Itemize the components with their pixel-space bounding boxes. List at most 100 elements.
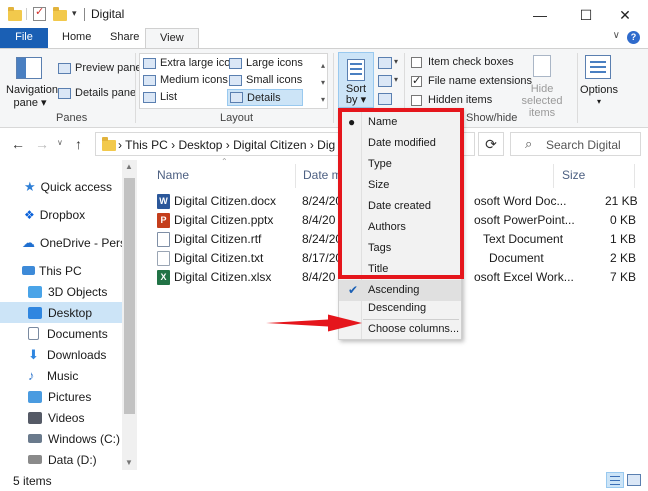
breadcrumb[interactable]: › This PC › Desktop › Digital Citizen › … [118,138,335,152]
nav-item-3d-objects[interactable]: 3D Objects [0,281,122,302]
file-name-extensions-checkbox[interactable] [411,74,422,87]
layout-list[interactable]: List [143,91,177,103]
panes-group-label: Panes [56,112,88,124]
folder-icon [102,137,116,151]
nav-item-dropbox[interactable]: ❖ Dropbox [0,204,122,225]
details-pane-label: Details pane [75,87,137,99]
add-columns-chevron-icon[interactable]: ▾ [394,75,398,84]
menu-item-tags[interactable]: Tags [339,238,461,259]
column-header-date-modified[interactable]: Date m [303,168,342,182]
nav-item-downloads[interactable]: ⬇ Downloads [0,344,122,365]
layout-small-icons[interactable]: Small icons [229,74,302,86]
layout-medium-icons[interactable]: Medium icons [143,74,228,86]
menu-item-authors[interactable]: Authors [339,217,461,238]
collapse-ribbon-icon[interactable]: ∨ [613,30,620,41]
refresh-button[interactable]: ⟳ [478,132,504,156]
nav-item-documents[interactable]: Documents [0,323,122,344]
tab-file[interactable]: File [0,28,48,48]
file-name: Digital Citizen.docx [174,194,277,208]
options-chevron-icon: ▾ [596,97,601,106]
file-type: osoft PowerPoint... [474,213,575,227]
large-icons-view-icon[interactable] [627,474,641,486]
group-by-icon[interactable] [378,57,392,69]
add-columns-icon[interactable] [378,75,392,87]
new-folder-icon[interactable] [53,7,69,21]
scroll-down-icon[interactable]: ▼ [125,458,133,467]
group-by-chevron-icon[interactable]: ▾ [394,57,398,66]
column-header-size[interactable]: Size [562,168,585,182]
title-bar: ✓ ▾ Digital — ☐ ✕ [0,0,648,30]
navigation-pane-button[interactable]: Navigation pane ▾ [6,84,58,110]
divider [26,8,27,20]
menu-label: Size [368,179,390,191]
details-pane-button[interactable]: Details pane [58,87,136,99]
red-arrow-icon [266,314,362,332]
back-arrow-icon[interactable]: ← [11,136,25,152]
forward-arrow-icon[interactable]: → [35,136,49,152]
hidden-items-checkbox[interactable] [411,94,422,106]
folder-icon [8,7,24,21]
sort-by-button[interactable]: Sort by ▾ [338,52,374,108]
nav-item-windows-c[interactable]: Windows (C:) [0,428,122,449]
nav-label: Downloads [47,347,107,362]
nav-item-music[interactable]: ♪ Music [0,365,122,386]
scroll-up-icon[interactable]: ▲ [125,162,133,171]
menu-item-date-created[interactable]: Date created [339,196,461,217]
column-header-name[interactable]: Name [157,168,189,182]
navigation-pane-icon [16,57,42,79]
search-input[interactable]: ⌕ Search Digital [510,132,641,156]
options-button[interactable]: Options ▾ [578,84,620,108]
menu-item-date-modified[interactable]: Date modified [339,133,461,154]
file-size: 1 KB [610,232,637,246]
tab-view[interactable]: View [145,28,199,49]
hide-selected-items-icon [533,55,551,77]
column-separator[interactable] [634,164,635,188]
nav-label: Dropbox [39,207,86,222]
column-separator[interactable] [553,164,554,188]
cube-icon [28,285,42,298]
properties-icon[interactable]: ✓ [33,6,46,21]
menu-label: Date modified [368,137,436,149]
size-all-columns-icon[interactable] [378,93,392,105]
close-button[interactable]: ✕ [602,0,648,30]
hide-selected-items-button[interactable]: Hide selected items [512,83,572,119]
item-check-boxes-label: Item check boxes [428,56,514,68]
layout-details[interactable]: Details [227,89,303,106]
details-view-icon[interactable] [606,472,624,488]
item-check-boxes-checkbox[interactable] [411,56,422,68]
nav-label: Documents [47,326,108,341]
quick-access-toolbar-chevron-icon[interactable]: ▾ [72,8,77,19]
nav-scrollbar-thumb[interactable] [124,178,135,414]
nav-item-this-pc[interactable]: This PC [0,260,122,281]
star-icon: ★ [24,178,36,194]
layout-large-icons[interactable]: Large icons [229,57,303,69]
layout-scroll-icon[interactable]: ▴ ▾ ▾ [321,57,325,108]
nav-item-data-d[interactable]: Data (D:) [0,449,122,470]
up-arrow-icon[interactable]: ↑ [75,136,82,152]
menu-label: Ascending [368,284,420,296]
nav-label: Windows (C:) [48,431,121,446]
minimize-button[interactable]: — [517,0,563,30]
menu-item-type[interactable]: Type [339,154,461,175]
nav-item-quick-access[interactable]: ★ Quick access [0,176,122,197]
menu-item-size[interactable]: Size [339,175,461,196]
menu-item-name[interactable]: ● Name [339,112,461,133]
layout-label: Details [247,91,281,104]
nav-item-desktop[interactable]: Desktop [0,302,122,323]
nav-item-videos[interactable]: Videos [0,407,122,428]
item-check-boxes-toggle[interactable]: Item check boxes [411,56,514,68]
music-icon: ♪ [28,368,35,383]
recent-locations-chevron-icon[interactable]: ∨ [57,138,63,147]
column-separator[interactable] [295,164,296,188]
preview-pane-button[interactable]: Preview pane [58,62,142,74]
nav-item-onedrive[interactable]: ☁ OneDrive - Person [0,232,122,253]
hidden-items-toggle[interactable]: Hidden items [411,94,492,106]
layout-extra-large-icons[interactable]: Extra large icons [143,57,242,69]
sort-by-icon [347,59,365,81]
menu-item-title[interactable]: Title [339,259,461,280]
help-icon[interactable]: ? [627,31,640,44]
file-name: Digital Citizen.xlsx [174,270,272,284]
nav-scrollbar[interactable]: ▲ ▼ [122,160,137,470]
nav-item-pictures[interactable]: Pictures [0,386,122,407]
file-date: 8/24/20 [302,194,343,208]
